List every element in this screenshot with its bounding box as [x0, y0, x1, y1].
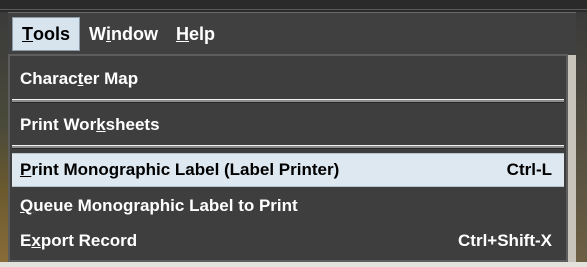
menu-item-print-worksheets-label: Print Worksheets — [20, 115, 160, 135]
menu-item-print-worksheets-pre: Print Wor — [20, 115, 97, 134]
menu-item-character-map[interactable]: Character Map — [12, 62, 564, 96]
menu-item-print-monographic-label-shortcut: Ctrl-L — [506, 160, 552, 179]
menu-item-export-record[interactable]: Export Record Ctrl+Shift-X — [12, 224, 564, 258]
window-top-edge — [0, 0, 587, 12]
menu-window-label: ndow — [111, 23, 159, 44]
menu-item-print-monographic-label[interactable]: Print Monographic Label (Label Printer) … — [12, 153, 564, 187]
menu-item-character-map-pre: Charac — [20, 69, 78, 88]
menu-item-export-record-pre: E — [20, 231, 32, 250]
menu-item-export-record-mnemonic: x — [31, 231, 41, 250]
menu-tools[interactable]: Tools — [12, 17, 81, 51]
menu-item-export-record-shortcut: Ctrl+Shift-X — [458, 231, 552, 250]
menu-bar: Tools Wi ndow Help — [8, 12, 576, 55]
menu-item-queue-monographic-label-mnemonic: Q — [20, 196, 34, 215]
menu-item-character-map-rest: er Map — [83, 69, 139, 88]
tools-dropdown-menu: Character Map Print Worksheets Print Mon… — [8, 54, 568, 262]
menu-item-print-monographic-label-mnemonic: P — [20, 160, 32, 179]
menu-item-print-monographic-label-label: Print Monographic Label (Label Printer) — [20, 160, 339, 180]
menu-item-print-worksheets-rest: sheets — [105, 115, 160, 134]
menu-window-label-pre: W — [89, 23, 107, 44]
menu-item-queue-monographic-label-label: Queue Monographic Label to Print — [20, 196, 298, 216]
menu-item-export-record-label: Export Record — [20, 231, 137, 251]
menu-separator — [12, 145, 564, 149]
menu-help-label: elp — [189, 23, 216, 44]
background-right-edge — [576, 12, 587, 267]
background-left-edge — [0, 12, 8, 267]
menu-item-print-monographic-label-rest: rint Monographic Label (Label Printer) — [31, 160, 340, 179]
menu-help-mnemonic: H — [176, 23, 190, 44]
menu-item-print-worksheets[interactable]: Print Worksheets — [12, 108, 564, 142]
menu-window[interactable]: Wi ndow — [80, 17, 167, 51]
window-top-edge-line — [0, 9, 587, 10]
menu-help[interactable]: Help — [167, 17, 224, 51]
menu-item-queue-monographic-label[interactable]: Queue Monographic Label to Print — [12, 189, 564, 223]
menu-item-print-worksheets-mnemonic: k — [96, 115, 106, 134]
menu-tools-mnemonic: T — [22, 23, 33, 44]
menu-separator — [12, 99, 564, 103]
menu-tools-label: ools — [33, 23, 71, 44]
background-bottom-edge — [0, 262, 587, 267]
menu-item-queue-monographic-label-rest: ueue Monographic Label to Print — [33, 196, 298, 215]
menu-item-character-map-label: Character Map — [20, 69, 138, 89]
menu-item-export-record-rest: port Record — [40, 231, 138, 250]
